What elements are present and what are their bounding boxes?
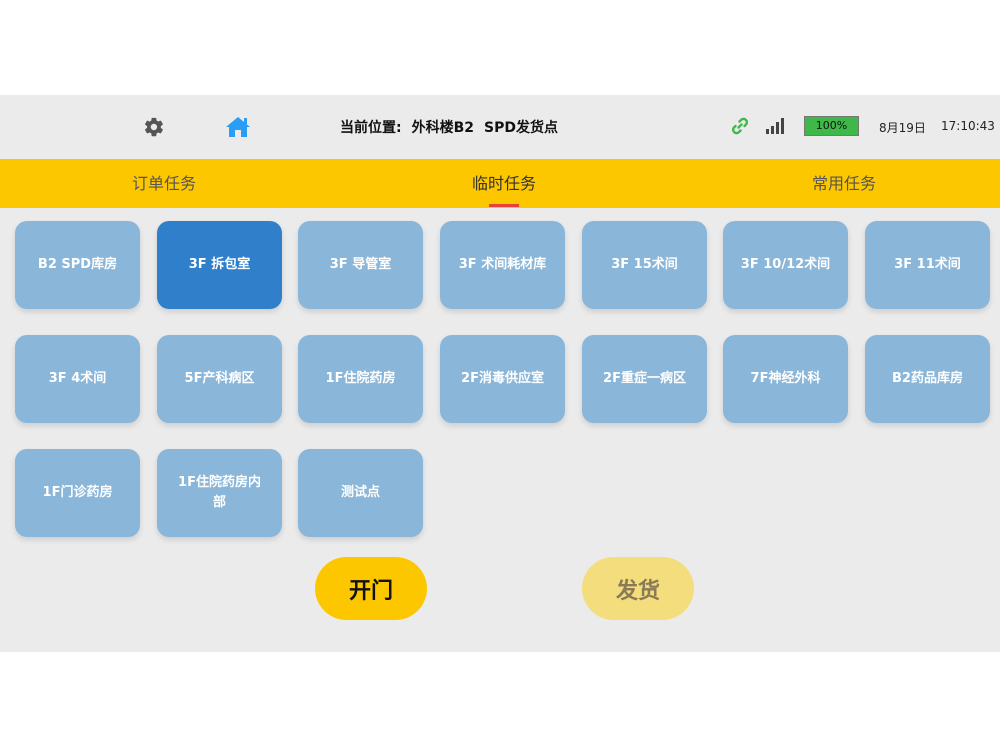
location-tile[interactable]: B2 SPD库房 <box>15 221 140 309</box>
home-icon[interactable] <box>225 116 251 138</box>
location-tile[interactable]: 1F门诊药房 <box>15 449 140 537</box>
location-tile[interactable]: 3F 10/12术间 <box>723 221 848 309</box>
open-door-button[interactable]: 开门 <box>315 557 427 620</box>
status-date: 8月19日 <box>879 121 926 135</box>
location-tile[interactable]: B2药品库房 <box>865 335 990 423</box>
location-tile[interactable]: 5F产科病区 <box>157 335 282 423</box>
location-tile[interactable]: 3F 11术间 <box>865 221 990 309</box>
location-tile-selected[interactable]: 3F 拆包室 <box>157 221 282 309</box>
location-building: 外科楼B2 <box>411 120 475 136</box>
active-tab-indicator <box>489 204 519 207</box>
location-tile[interactable]: 测试点 <box>298 449 423 537</box>
location-point: SPD发货点 <box>484 120 558 136</box>
location-tile[interactable]: 1F住院药房内部 <box>157 449 282 537</box>
location-tile[interactable]: 7F神经外科 <box>723 335 848 423</box>
status-time: 17:10:43 <box>941 119 995 133</box>
status-bar: 当前位置: 外科楼B2 SPD发货点 100% 8月19日 17:10:43 <box>0 95 1000 159</box>
ship-button[interactable]: 发货 <box>582 557 694 620</box>
tab-order-tasks[interactable]: 订单任务 <box>64 159 264 208</box>
current-location: 当前位置: 外科楼B2 SPD发货点 <box>340 117 558 137</box>
location-tile[interactable]: 2F重症一病区 <box>582 335 707 423</box>
link-icon <box>731 117 749 135</box>
location-tile[interactable]: 2F消毒供应室 <box>440 335 565 423</box>
battery-indicator: 100% <box>804 116 859 136</box>
tab-common-tasks[interactable]: 常用任务 <box>744 159 944 208</box>
location-tile[interactable]: 3F 15术间 <box>582 221 707 309</box>
location-tile[interactable]: 3F 导管室 <box>298 221 423 309</box>
location-tile[interactable]: 1F住院药房 <box>298 335 423 423</box>
location-tile[interactable]: 3F 术间耗材库 <box>440 221 565 309</box>
location-label: 当前位置: <box>340 120 402 136</box>
tab-temporary-tasks[interactable]: 临时任务 <box>404 159 604 208</box>
location-tile[interactable]: 3F 4术间 <box>15 335 140 423</box>
signal-icon <box>766 118 784 134</box>
gear-icon[interactable] <box>143 116 165 138</box>
app-screen: 当前位置: 外科楼B2 SPD发货点 100% 8月19日 17:10:43 订… <box>0 95 1000 652</box>
task-tab-bar: 订单任务 临时任务 常用任务 <box>0 159 1000 208</box>
